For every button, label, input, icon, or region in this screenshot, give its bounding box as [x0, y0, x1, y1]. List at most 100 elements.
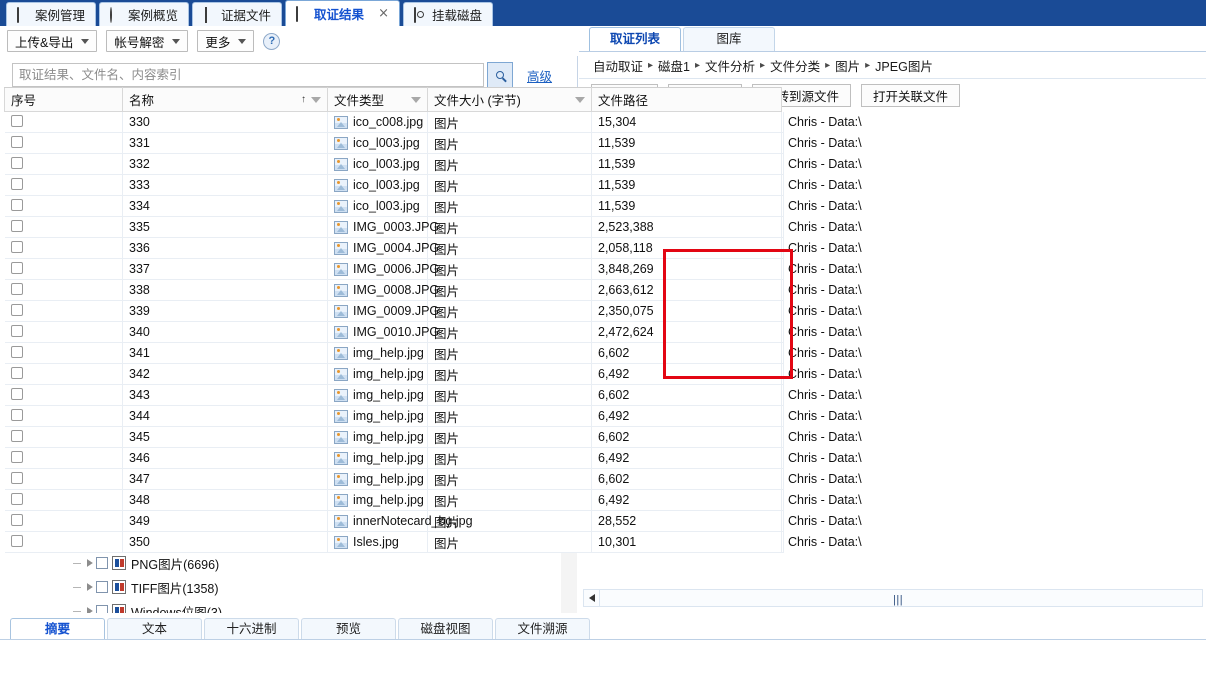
- table-row[interactable]: 344 img_help.jpg 图片 6,492 Chris - Data:\: [4, 405, 862, 427]
- row-checkbox-cell[interactable]: [4, 174, 123, 196]
- advanced-search-link[interactable]: 高级: [527, 66, 552, 85]
- breadcrumb-item-6[interactable]: JPEG图片: [875, 56, 933, 75]
- table-row[interactable]: 346 img_help.jpg 图片 6,492 Chris - Data:\: [4, 447, 862, 469]
- table-row[interactable]: 339 IMG_0009.JPG 图片 2,350,075 Chris - Data:\: [4, 300, 862, 322]
- result-tab-1[interactable]: 取证列表: [589, 27, 681, 51]
- table-row[interactable]: 337 IMG_0006.JPG 图片 3,848,269 Chris - Data:\: [4, 258, 862, 280]
- table-row[interactable]: 349 innerNotecard_bg.jpg 图片 28,552 Chris - D…: [4, 510, 862, 532]
- row-checkbox[interactable]: [10, 198, 23, 211]
- row-checkbox[interactable]: [10, 324, 23, 337]
- row-checkbox-cell[interactable]: [4, 384, 123, 406]
- row-checkbox-cell[interactable]: [4, 405, 123, 427]
- row-checkbox[interactable]: [10, 177, 23, 190]
- row-checkbox[interactable]: [10, 492, 23, 505]
- row-checkbox-cell[interactable]: [4, 132, 123, 154]
- row-checkbox[interactable]: [10, 429, 23, 442]
- table-row[interactable]: 333 ico_l003.jpg 图片 11,539 Chris - Data:\: [4, 174, 862, 196]
- help-button[interactable]: ?: [263, 32, 281, 50]
- row-checkbox[interactable]: [10, 450, 23, 463]
- detail-tab-1[interactable]: 摘要: [10, 618, 105, 640]
- row-checkbox[interactable]: [10, 240, 23, 253]
- table-row[interactable]: 334 ico_l003.jpg 图片 11,539 Chris - Data:\: [4, 195, 862, 217]
- table-row[interactable]: 342 img_help.jpg 图片 6,492 Chris - Data:\: [4, 363, 862, 385]
- breadcrumb-item-1[interactable]: 自动取证: [593, 56, 643, 75]
- main-tab-5[interactable]: 挂载磁盘: [402, 2, 493, 26]
- row-checkbox-cell[interactable]: [4, 195, 123, 217]
- detail-tab-2[interactable]: 文本: [107, 618, 202, 640]
- table-column-header-4[interactable]: 文件大小 (字节): [427, 87, 592, 112]
- row-checkbox-cell[interactable]: [4, 426, 123, 448]
- left-toolbar-button-3[interactable]: 更多: [197, 30, 255, 52]
- scroll-left-arrow[interactable]: [584, 590, 600, 606]
- table-row[interactable]: 350 Isles.jpg 图片 10,301 Chris - Data:\: [4, 531, 862, 553]
- row-checkbox-cell[interactable]: [4, 258, 123, 280]
- table-column-header-2[interactable]: 名称 ↑: [122, 87, 328, 112]
- main-tab-2[interactable]: 案例概览: [99, 2, 190, 26]
- row-checkbox-cell[interactable]: [4, 216, 123, 238]
- main-tab-3[interactable]: 证据文件: [192, 2, 283, 26]
- detail-tab-5[interactable]: 磁盘视图: [398, 618, 493, 640]
- left-toolbar-button-2[interactable]: 帐号解密: [106, 30, 189, 52]
- breadcrumb-item-3[interactable]: 文件分析: [705, 56, 755, 75]
- search-button[interactable]: [487, 62, 513, 88]
- row-checkbox-cell[interactable]: [4, 321, 123, 343]
- row-checkbox[interactable]: [10, 534, 23, 547]
- breadcrumb-item-5[interactable]: 图片: [835, 56, 860, 75]
- table-column-header-5[interactable]: 文件路径: [591, 87, 782, 112]
- table-column-header-3[interactable]: 文件类型: [327, 87, 428, 112]
- row-checkbox[interactable]: [10, 303, 23, 316]
- table-row[interactable]: 332 ico_l003.jpg 图片 11,539 Chris - Data:\: [4, 153, 862, 175]
- row-checkbox[interactable]: [10, 114, 23, 127]
- row-checkbox-cell[interactable]: [4, 489, 123, 511]
- row-checkbox-cell[interactable]: [4, 342, 123, 364]
- search-input[interactable]: [12, 63, 484, 87]
- row-checkbox-cell[interactable]: [4, 153, 123, 175]
- breadcrumb-item-4[interactable]: 文件分类: [770, 56, 820, 75]
- table-row[interactable]: 340 IMG_0010.JPG 图片 2,472,624 Chris - Data:\: [4, 321, 862, 343]
- row-checkbox-cell[interactable]: [4, 363, 123, 385]
- sort-ascending-icon[interactable]: ↑: [301, 94, 306, 105]
- row-checkbox-cell[interactable]: [4, 510, 123, 532]
- table-row[interactable]: 338 IMG_0008.JPG 图片 2,663,612 Chris - Data:\: [4, 279, 862, 301]
- row-checkbox-cell[interactable]: [4, 237, 123, 259]
- row-checkbox[interactable]: [10, 513, 23, 526]
- left-toolbar-button-1[interactable]: 上传&导出: [7, 30, 98, 52]
- main-tab-1[interactable]: 案例管理: [6, 2, 97, 26]
- row-checkbox-cell[interactable]: [4, 300, 123, 322]
- row-checkbox-cell[interactable]: [4, 447, 123, 469]
- row-checkbox[interactable]: [10, 387, 23, 400]
- row-checkbox[interactable]: [10, 471, 23, 484]
- row-checkbox[interactable]: [10, 408, 23, 421]
- table-row[interactable]: 348 img_help.jpg 图片 6,492 Chris - Data:\: [4, 489, 862, 511]
- row-checkbox[interactable]: [10, 156, 23, 169]
- result-tab-2[interactable]: 图库: [683, 27, 775, 51]
- close-icon[interactable]: ×: [378, 7, 389, 20]
- filter-icon[interactable]: [411, 96, 421, 103]
- table-row[interactable]: 336 IMG_0004.JPG 图片 2,058,118 Chris - Data:\: [4, 237, 862, 259]
- filter-icon[interactable]: [575, 96, 585, 103]
- row-checkbox[interactable]: [10, 345, 23, 358]
- row-checkbox[interactable]: [10, 282, 23, 295]
- table-row[interactable]: 330 ico_c008.jpg 图片 15,304 Chris - Data:\: [4, 111, 862, 133]
- table-horizontal-scrollbar[interactable]: |||: [583, 589, 1203, 607]
- row-checkbox-cell[interactable]: [4, 531, 123, 553]
- row-checkbox[interactable]: [10, 219, 23, 232]
- row-checkbox-cell[interactable]: [4, 111, 123, 133]
- filter-icon[interactable]: [311, 96, 321, 103]
- table-row[interactable]: 335 IMG_0003.JPG 图片 2,523,388 Chris - Data:\: [4, 216, 862, 238]
- row-checkbox[interactable]: [10, 261, 23, 274]
- table-row[interactable]: 341 img_help.jpg 图片 6,602 Chris - Data:\: [4, 342, 862, 364]
- table-column-header-1[interactable]: 序号: [4, 87, 123, 112]
- row-checkbox-cell[interactable]: [4, 279, 123, 301]
- breadcrumb-item-2[interactable]: 磁盘1: [658, 56, 690, 75]
- table-row[interactable]: 343 img_help.jpg 图片 6,602 Chris - Data:\: [4, 384, 862, 406]
- table-row[interactable]: 345 img_help.jpg 图片 6,602 Chris - Data:\: [4, 426, 862, 448]
- detail-tab-3[interactable]: 十六进制: [204, 618, 299, 640]
- table-row[interactable]: 331 ico_l003.jpg 图片 11,539 Chris - Data:\: [4, 132, 862, 154]
- detail-tab-6[interactable]: 文件溯源: [495, 618, 590, 640]
- row-checkbox[interactable]: [10, 135, 23, 148]
- main-tab-4[interactable]: 取证结果 ×: [285, 0, 400, 26]
- detail-tab-4[interactable]: 预览: [301, 618, 396, 640]
- row-checkbox[interactable]: [10, 366, 23, 379]
- table-row[interactable]: 347 img_help.jpg 图片 6,602 Chris - Data:\: [4, 468, 862, 490]
